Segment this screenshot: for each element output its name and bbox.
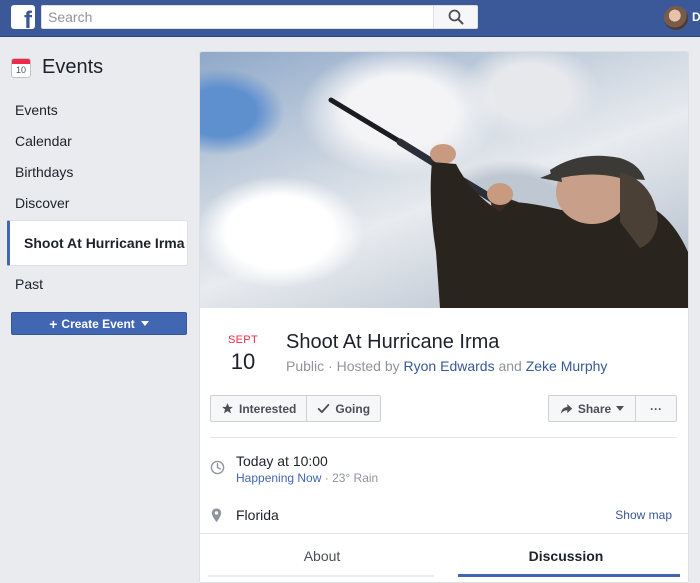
event-cover-photo[interactable] xyxy=(200,52,688,308)
checkmark-icon xyxy=(318,403,330,414)
share-button[interactable]: Share xyxy=(548,395,636,422)
event-title: Shoot At Hurricane Irma xyxy=(286,331,500,353)
star-icon xyxy=(222,403,233,414)
profile-avatar[interactable] xyxy=(664,6,688,30)
event-location[interactable]: Florida xyxy=(236,507,279,523)
event-visibility: Public xyxy=(286,358,325,374)
ellipsis-icon: ··· xyxy=(650,401,662,416)
calendar-icon: 10 xyxy=(11,57,31,78)
clock-icon xyxy=(210,460,225,475)
chevron-down-icon xyxy=(140,321,149,326)
plus-icon: + xyxy=(49,315,58,332)
sidebar-nav: Events Calendar Birthdays Discover Shoot… xyxy=(7,94,188,299)
event-tabs: About Discussion xyxy=(200,533,688,577)
share-arrow-icon xyxy=(560,403,572,414)
happening-now-link[interactable]: Happening Now xyxy=(236,471,321,485)
top-bar: f D xyxy=(0,0,700,37)
host-link-2[interactable]: Zeke Murphy xyxy=(526,358,608,374)
tab-discussion-underline xyxy=(458,574,680,577)
host-link-1[interactable]: Ryon Edwards xyxy=(404,358,495,374)
cover-photo-image xyxy=(328,97,688,308)
facebook-logo-icon[interactable]: f xyxy=(11,5,35,29)
create-event-button[interactable]: + Create Event xyxy=(11,312,187,335)
search-button[interactable] xyxy=(433,6,477,28)
event-time-status: Happening Now · 23° Rain xyxy=(236,471,379,485)
rsvp-buttons: Interested Going xyxy=(210,395,382,422)
sidebar-item-current-event[interactable]: Shoot At Hurricane Irma xyxy=(7,220,188,266)
search-input[interactable] xyxy=(42,6,432,28)
show-map-link[interactable]: Show map xyxy=(615,508,672,522)
search-icon xyxy=(448,9,463,25)
tab-about-underline xyxy=(208,575,434,577)
sidebar-header: 10 Events xyxy=(11,56,103,79)
sidebar-item-events[interactable]: Events xyxy=(7,94,188,125)
event-subtitle: Public · Hosted by Ryon Edwards and Zeke… xyxy=(286,358,608,374)
create-event-label: Create Event xyxy=(61,316,135,331)
tab-about[interactable]: About xyxy=(200,534,444,577)
sidebar-item-discover[interactable]: Discover xyxy=(7,187,188,218)
host-joiner: and xyxy=(498,358,522,374)
hosted-by-label: Hosted by xyxy=(336,358,400,374)
event-month: SEPT xyxy=(228,334,258,346)
event-day: 10 xyxy=(230,349,256,374)
sidebar-item-past[interactable]: Past xyxy=(7,268,188,299)
event-weather: 23° Rain xyxy=(332,471,379,485)
event-time: Today at 10:00 xyxy=(236,453,328,469)
sidebar-item-calendar[interactable]: Calendar xyxy=(7,125,188,156)
map-pin-icon xyxy=(211,508,222,523)
divider xyxy=(210,437,677,438)
going-button[interactable]: Going xyxy=(307,395,382,422)
event-card: SEPT 10 Shoot At Hurricane Irma Public ·… xyxy=(199,51,689,583)
sidebar-title: Events xyxy=(42,56,104,78)
event-date: SEPT 10 xyxy=(228,334,258,375)
chevron-down-icon xyxy=(616,406,625,411)
tab-discussion[interactable]: Discussion xyxy=(444,534,688,577)
interested-button[interactable]: Interested xyxy=(210,395,308,422)
sidebar-item-birthdays[interactable]: Birthdays xyxy=(7,156,188,187)
more-options-button[interactable]: ··· xyxy=(635,395,677,422)
search-box xyxy=(41,5,478,29)
profile-name[interactable]: D xyxy=(692,10,700,24)
